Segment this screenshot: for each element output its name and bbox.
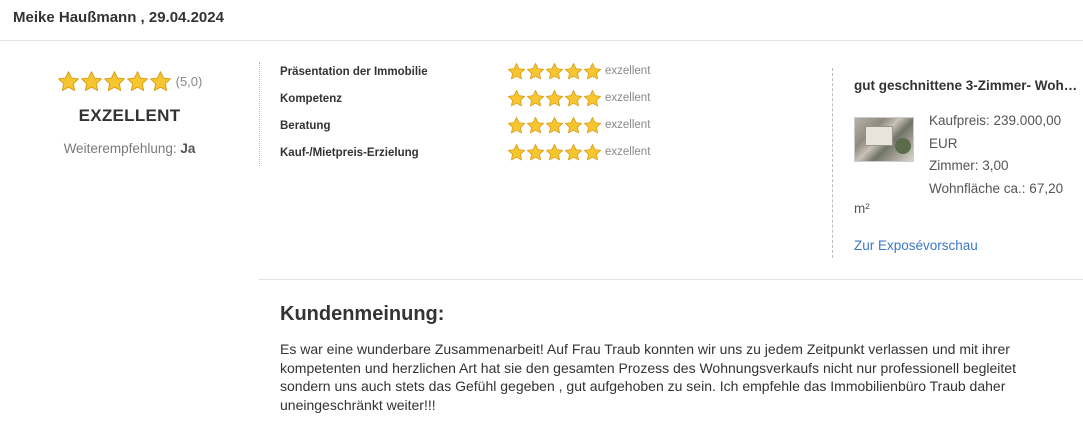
overall-stars: (5,0) [0,70,259,93]
property-title[interactable]: gut geschnittene 3-Zimmer- Wohnung [854,78,1082,93]
star-icon [583,90,602,107]
recommend-label: Weiterempfehlung: [63,141,177,156]
criteria-rating-word: exzellent [605,146,651,158]
criteria-label: Präsentation der Immobilie [280,66,428,78]
criteria-label: Beratung [280,120,331,132]
criteria-row: Präsentation der Immobilie exzellent [280,62,820,82]
recommend-value: Ja [180,141,196,156]
criteria-stars [507,116,602,135]
overall-score: (5,0) [175,74,203,89]
criteria-label: Kauf-/Mietpreis-Erzielung [280,147,419,159]
star-icon [564,117,583,134]
criteria-row: Kauf-/Mietpreis-Erzielung exzellent [280,143,820,163]
customer-opinion: Kundenmeinung: Es war eine wunderbare Zu… [280,303,1060,414]
star-icon [80,71,102,91]
property-card: gut geschnittene 3-Zimmer- Wohnung Kaufp… [832,68,1083,258]
opinion-text: Es war eine wunderbare Zusammenarbeit! A… [280,341,1016,413]
criteria-label: Kompetenz [280,93,342,105]
star-icon [545,63,564,80]
review-header: Meike Haußmann , 29.04.2024 [0,0,1083,41]
review-author-date: Meike Haußmann , 29.04.2024 [13,9,224,26]
section-divider [259,279,1083,280]
criteria-rating-word: exzellent [605,119,651,131]
criteria-stars [507,143,602,162]
star-icon [507,63,526,80]
criteria-row: Beratung exzellent [280,116,820,136]
property-price-currency: EUR [929,135,958,151]
property-area-unit: m² [854,201,870,216]
overall-star-group [57,70,172,93]
star-icon [526,90,545,107]
star-icon [507,117,526,134]
property-area: Wohnfläche ca.: 67,20 [929,180,1064,196]
criteria-row: Kompetenz exzellent [280,89,820,109]
overall-label: EXZELLENT [78,106,181,125]
star-icon [564,144,583,161]
star-icon [583,117,602,134]
star-icon [526,144,545,161]
star-icon [507,144,526,161]
star-icon [583,63,602,80]
building-roof-shape [865,126,893,146]
criteria-stars [507,62,602,81]
criteria-rating-word: exzellent [605,92,651,104]
recommendation: Weiterempfehlung: Ja [0,141,259,156]
star-icon [103,71,125,91]
tree-shape [895,138,911,154]
star-icon [57,71,79,91]
star-icon [507,90,526,107]
star-icon [149,71,171,91]
expose-preview-link[interactable]: Zur Exposévorschau [854,238,978,253]
opinion-title: Kundenmeinung: [280,303,445,325]
star-icon [526,117,545,134]
star-icon [545,144,564,161]
property-rooms: Zimmer: 3,00 [929,158,1009,173]
criteria-ratings: Präsentation der Immobilie exzellent Kom… [259,62,819,166]
star-icon [583,144,602,161]
star-icon [564,90,583,107]
criteria-rating-word: exzellent [605,65,651,77]
criteria-stars [507,89,602,108]
star-icon [545,90,564,107]
star-icon [564,63,583,80]
property-details: Kaufpreis: 239.000,00 EUR Zimmer: 3,00 W… [929,110,1079,200]
star-icon [545,117,564,134]
star-icon [126,71,148,91]
property-thumbnail[interactable] [854,117,914,162]
star-icon [526,63,545,80]
overall-rating-panel: (5,0) EXZELLENT Weiterempfehlung: Ja [0,62,259,156]
property-price: Kaufpreis: 239.000,00 [929,113,1062,128]
